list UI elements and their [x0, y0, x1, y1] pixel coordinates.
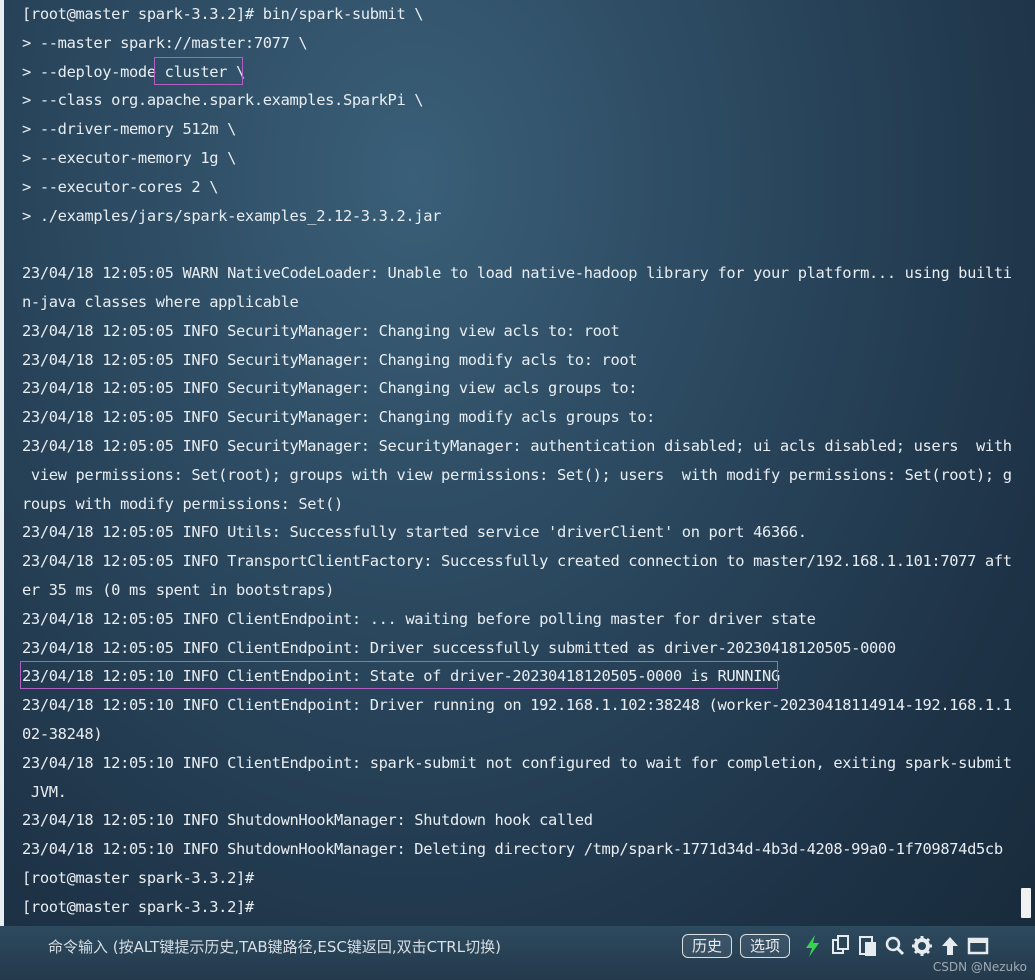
options-button[interactable]: 选项 — [740, 934, 791, 958]
terminal-line: 23/04/18 12:05:10 INFO ShutdownHookManag… — [22, 811, 593, 830]
terminal-output[interactable]: [root@master spark-3.3.2]# bin/spark-sub… — [22, 0, 1012, 922]
terminal-line: 02-38248) — [22, 724, 103, 743]
paste-icon[interactable] — [857, 934, 879, 958]
terminal-line: view permissions: Set(root); groups with… — [22, 465, 1012, 484]
terminal-line: 23/04/18 12:05:05 INFO SecurityManager: … — [22, 436, 1012, 455]
arrow-up-icon[interactable] — [939, 934, 961, 958]
command-bar: 命令输入 (按ALT键提示历史,TAB键路径,ESC键返回,双击CTRL切换) … — [0, 926, 1035, 980]
terminal-line: 23/04/18 12:05:05 INFO SecurityManager: … — [22, 350, 638, 369]
terminal-window: [root@master spark-3.3.2]# bin/spark-sub… — [0, 0, 1035, 980]
terminal-line: > --executor-cores 2 \ — [22, 177, 219, 196]
window-left-edge — [0, 0, 4, 980]
terminal-line: 23/04/18 12:05:05 INFO SecurityManager: … — [22, 379, 638, 398]
terminal-line: 23/04/18 12:05:05 INFO ClientEndpoint: .… — [22, 609, 816, 628]
terminal-line: > --driver-memory 512m \ — [22, 120, 236, 139]
history-button[interactable]: 历史 — [682, 934, 733, 958]
copy-icon[interactable] — [830, 934, 852, 958]
csdn-watermark: CSDN @Nezuko — [932, 960, 1027, 974]
terminal-line: [root@master spark-3.3.2]# — [22, 897, 254, 916]
terminal-line: er 35 ms (0 ms spent in bootstraps) — [22, 580, 335, 599]
terminal-line: 23/04/18 12:05:05 INFO SecurityManager: … — [22, 408, 656, 427]
terminal-line: 23/04/18 12:05:10 INFO ShutdownHookManag… — [22, 840, 1003, 859]
scrollbar-thumb[interactable] — [1021, 888, 1031, 918]
terminal-line: JVM. — [22, 782, 67, 801]
gear-icon[interactable] — [911, 934, 933, 958]
terminal-line: roups with modify permissions: Set() — [22, 494, 343, 513]
terminal-line: 23/04/18 12:05:10 INFO ClientEndpoint: D… — [22, 696, 1012, 715]
terminal-line: 23/04/18 12:05:10 INFO ClientEndpoint: s… — [22, 753, 1012, 772]
search-icon[interactable] — [884, 934, 906, 958]
terminal-line: 23/04/18 12:05:05 WARN NativeCodeLoader:… — [22, 264, 1012, 283]
terminal-line: 23/04/18 12:05:05 INFO TransportClientFa… — [22, 552, 1012, 571]
terminal-line: 23/04/18 12:05:05 INFO Utils: Successful… — [22, 523, 807, 542]
terminal-line: 23/04/18 12:05:05 INFO ClientEndpoint: D… — [22, 638, 896, 657]
terminal-line: n-java classes where applicable — [22, 292, 299, 311]
command-input[interactable]: 命令输入 (按ALT键提示历史,TAB键路径,ESC键返回,双击CTRL切换) — [48, 936, 501, 958]
terminal-line: [root@master spark-3.3.2]# — [22, 868, 254, 887]
lightning-icon[interactable] — [802, 934, 824, 958]
terminal-line: > --executor-memory 1g \ — [22, 148, 236, 167]
terminal-line: 23/04/18 12:05:05 INFO SecurityManager: … — [22, 321, 620, 340]
terminal-line: > --master spark://master:7077 \ — [22, 33, 308, 52]
terminal-line: > --deploy-mode cluster \ — [22, 62, 245, 81]
terminal-line: [root@master spark-3.3.2]# bin/spark-sub… — [22, 5, 424, 23]
terminal-line: 23/04/18 12:05:10 INFO ClientEndpoint: S… — [22, 667, 780, 686]
maximize-window-icon[interactable] — [967, 934, 989, 958]
terminal-line: > --class org.apache.spark.examples.Spar… — [22, 91, 424, 110]
terminal-line: > ./examples/jars/spark-examples_2.12-3.… — [22, 206, 442, 225]
